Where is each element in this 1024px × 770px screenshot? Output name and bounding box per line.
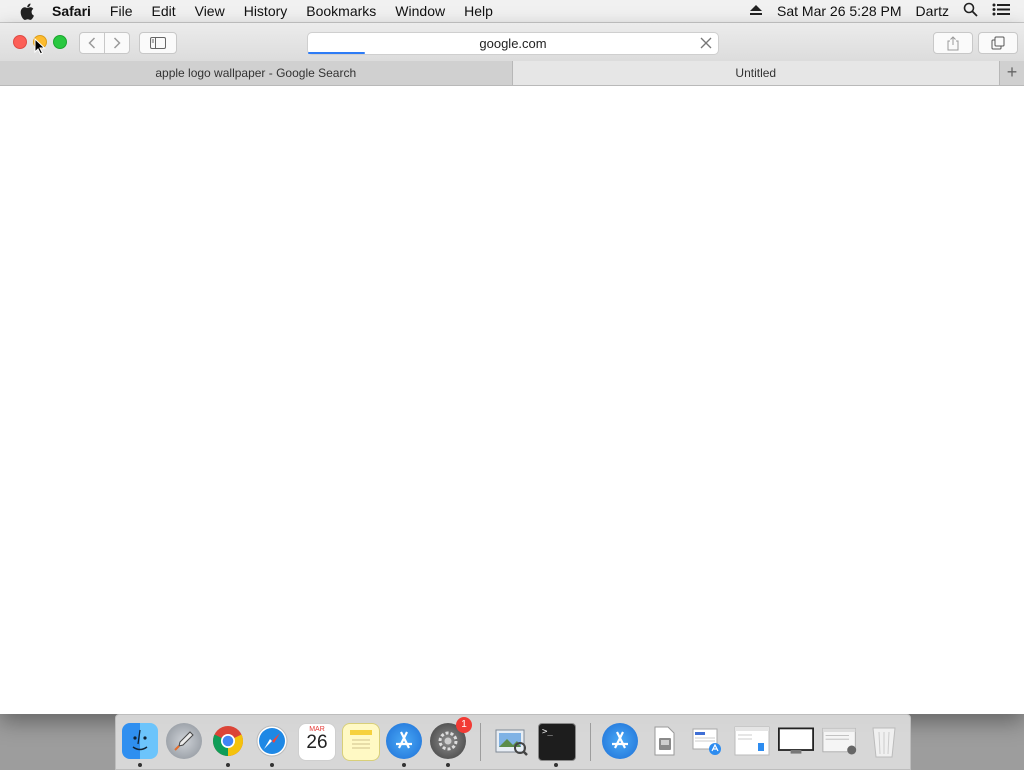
dock: MAR 26 1 >_ xyxy=(115,714,911,770)
menu-bar: Safari File Edit View History Bookmarks … xyxy=(0,0,1024,23)
running-indicator xyxy=(226,763,230,767)
browser-toolbar: google.com xyxy=(0,23,1024,62)
menu-edit[interactable]: Edit xyxy=(151,3,175,19)
eject-icon[interactable] xyxy=(749,3,763,19)
forward-button[interactable] xyxy=(104,32,130,54)
running-indicator xyxy=(554,763,558,767)
chevron-left-icon xyxy=(88,37,96,49)
share-icon xyxy=(947,35,959,50)
disk-icon[interactable] xyxy=(646,723,682,759)
notification-center-icon[interactable] xyxy=(992,3,1010,19)
tab-label: Untitled xyxy=(735,66,777,80)
menubar-user[interactable]: Dartz xyxy=(916,3,949,19)
terminal-icon[interactable]: >_ xyxy=(538,723,576,761)
menu-file[interactable]: File xyxy=(110,3,133,19)
running-indicator xyxy=(446,763,450,767)
app-store-icon[interactable] xyxy=(386,723,422,759)
spotlight-search-icon[interactable] xyxy=(963,2,978,20)
document-icon[interactable] xyxy=(690,723,726,759)
mouse-cursor-icon xyxy=(34,37,46,60)
document-icon[interactable] xyxy=(734,723,770,759)
page-load-progress xyxy=(308,52,366,54)
system-preferences-icon[interactable]: 1 xyxy=(430,717,472,759)
new-tab-button[interactable]: + xyxy=(1000,61,1024,85)
trash-icon[interactable] xyxy=(866,723,902,759)
running-indicator xyxy=(270,763,274,767)
tabs-overview-icon xyxy=(991,36,1005,50)
sidebar-toggle-button[interactable] xyxy=(139,32,177,54)
tab-label: apple logo wallpaper - Google Search xyxy=(155,66,357,80)
menu-view[interactable]: View xyxy=(195,3,225,19)
running-indicator xyxy=(402,763,406,767)
menu-bookmarks[interactable]: Bookmarks xyxy=(306,3,376,19)
document-icon[interactable] xyxy=(822,723,858,759)
screen-icon[interactable] xyxy=(778,723,814,759)
finder-icon[interactable] xyxy=(122,723,158,759)
share-button[interactable] xyxy=(933,32,973,54)
chevron-right-icon xyxy=(113,37,121,49)
safari-window: google.com apple logo wallpaper - Google… xyxy=(0,23,1024,714)
dock-separator xyxy=(590,723,591,761)
terminal-prompt: >_ xyxy=(542,727,553,737)
address-bar[interactable]: google.com xyxy=(307,32,719,55)
stop-loading-icon[interactable] xyxy=(698,35,714,51)
back-button[interactable] xyxy=(79,32,105,54)
dock-separator xyxy=(480,723,481,761)
menubar-clock[interactable]: Sat Mar 26 5:28 PM xyxy=(777,3,902,19)
calendar-day: 26 xyxy=(306,732,328,753)
tab-google-search[interactable]: apple logo wallpaper - Google Search xyxy=(0,61,513,85)
menu-history[interactable]: History xyxy=(244,3,288,19)
menu-help[interactable]: Help xyxy=(464,3,493,19)
preview-icon[interactable] xyxy=(494,723,530,759)
chrome-icon[interactable] xyxy=(210,723,246,759)
sidebar-icon xyxy=(150,37,166,49)
downloads-folder-icon[interactable] xyxy=(602,723,638,759)
menu-window[interactable]: Window xyxy=(395,3,445,19)
address-text: google.com xyxy=(479,36,547,51)
close-window-button[interactable] xyxy=(13,35,27,49)
apple-menu-icon[interactable] xyxy=(16,0,38,22)
launchpad-icon[interactable] xyxy=(166,723,202,759)
notification-badge: 1 xyxy=(456,717,472,733)
safari-icon[interactable] xyxy=(254,723,290,759)
show-all-tabs-button[interactable] xyxy=(978,32,1018,54)
notes-icon[interactable] xyxy=(342,723,380,761)
running-indicator xyxy=(138,763,142,767)
tab-untitled[interactable]: Untitled xyxy=(512,61,1001,85)
menu-app-name[interactable]: Safari xyxy=(52,3,91,19)
tab-bar: apple logo wallpaper - Google Search Unt… xyxy=(0,61,1024,86)
web-content-area[interactable] xyxy=(0,86,1024,714)
zoom-window-button[interactable] xyxy=(53,35,67,49)
calendar-icon[interactable]: MAR 26 xyxy=(298,723,336,761)
